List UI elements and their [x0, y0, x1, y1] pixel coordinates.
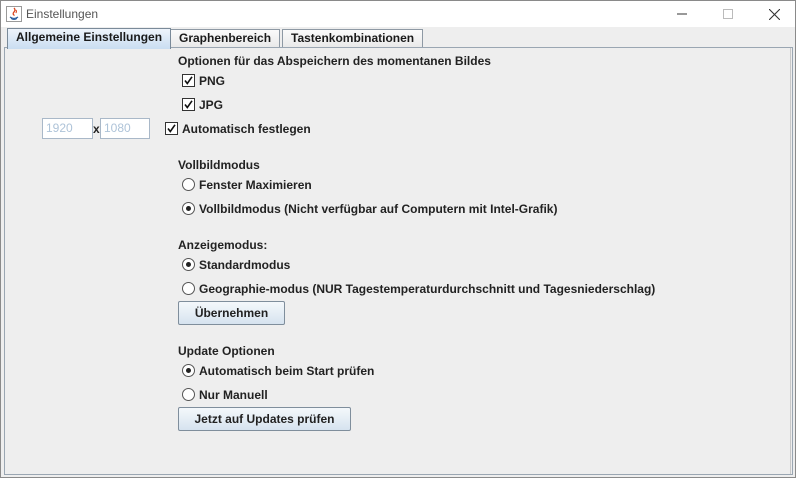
fullscreen-label: Vollbildmodus (Nicht verfügbar auf Compu…	[199, 202, 558, 216]
close-button[interactable]	[751, 1, 796, 27]
panel-divider	[790, 48, 791, 474]
window-maximize-label: Fenster Maximieren	[199, 178, 312, 192]
auto-update-label: Automatisch beim Start prüfen	[199, 364, 375, 378]
export-options-heading: Optionen für das Abspeichern des momenta…	[178, 54, 491, 68]
settings-panel: Optionen für das Abspeichern des momenta…	[4, 47, 793, 475]
standard-mode-label: Standardmodus	[199, 258, 291, 272]
update-options-heading: Update Optionen	[178, 344, 275, 358]
title-bar[interactable]: Einstellungen	[1, 1, 795, 27]
png-label: PNG	[199, 74, 226, 88]
jpg-checkbox[interactable]	[182, 98, 195, 111]
java-app-icon	[6, 6, 22, 22]
auto-size-checkbox[interactable]	[165, 122, 178, 135]
jpg-label: JPG	[199, 98, 224, 112]
minimize-button[interactable]	[659, 1, 705, 27]
manual-update-radio[interactable]	[182, 388, 195, 401]
manual-update-label: Nur Manuell	[199, 388, 268, 402]
fullscreen-radio[interactable]	[182, 202, 195, 215]
geography-mode-label: Geographie-modus (NUR Tagestemperaturdur…	[199, 282, 656, 296]
close-icon	[768, 8, 780, 20]
window-maximize-radio[interactable]	[182, 178, 195, 191]
fullscreen-heading: Vollbildmodus	[178, 158, 260, 172]
png-checkbox[interactable]	[182, 74, 195, 87]
display-mode-heading: Anzeigemodus:	[178, 238, 268, 252]
image-height-field[interactable]: 1080	[100, 118, 150, 139]
maximize-button[interactable]	[705, 1, 751, 27]
tab-graphenbereich[interactable]: Graphenbereich	[170, 29, 281, 48]
checkmark-icon	[167, 124, 176, 133]
tab-tastenkombinationen[interactable]: Tastenkombinationen	[282, 29, 424, 48]
image-width-field[interactable]: 1920	[42, 118, 93, 139]
tab-allgemeine-einstellungen[interactable]: Allgemeine Einstellungen	[7, 28, 172, 49]
checkmark-icon	[184, 100, 193, 109]
check-updates-button[interactable]: Jetzt auf Updates prüfen	[178, 407, 351, 431]
minimize-icon	[677, 13, 687, 15]
maximize-icon	[723, 9, 733, 19]
dimension-separator: x	[93, 122, 100, 136]
auto-size-label: Automatisch festlegen	[182, 122, 311, 136]
checkmark-icon	[184, 76, 193, 85]
window-title: Einstellungen	[26, 7, 99, 21]
auto-update-radio[interactable]	[182, 364, 195, 377]
standard-mode-radio[interactable]	[182, 258, 195, 271]
apply-button[interactable]: Übernehmen	[178, 301, 285, 325]
geography-mode-radio[interactable]	[182, 282, 195, 295]
settings-window: Einstellungen Allgemeine Einstellungen G…	[0, 0, 796, 478]
